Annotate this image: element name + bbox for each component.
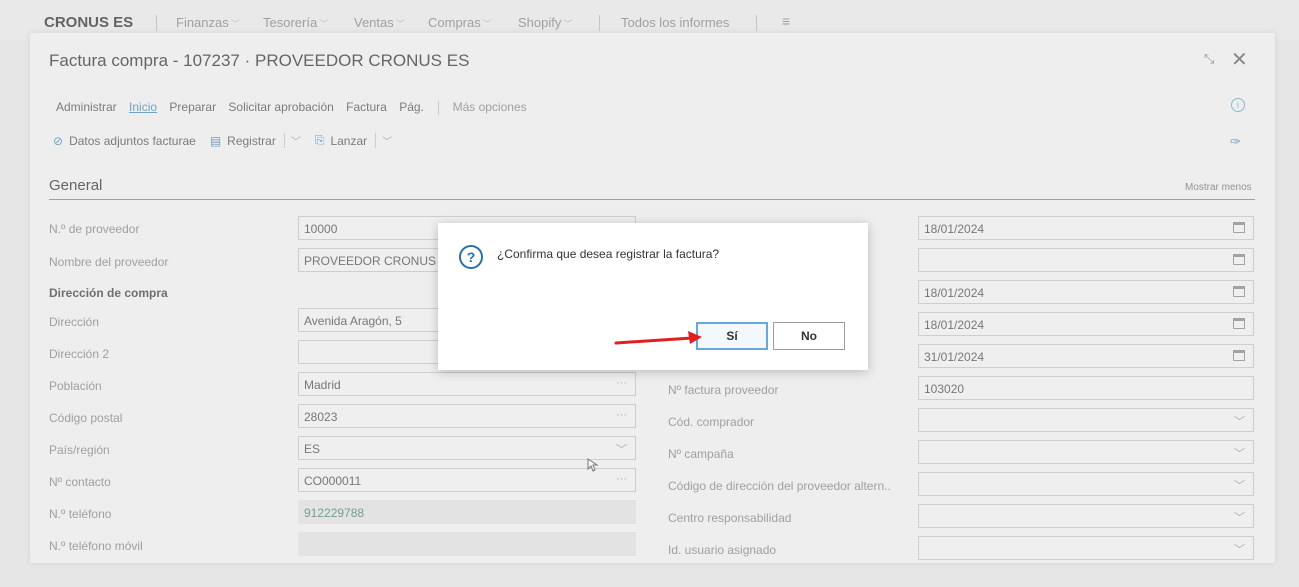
no-button[interactable]: No bbox=[773, 322, 845, 350]
yes-button[interactable]: Sí bbox=[696, 322, 768, 350]
red-arrow-icon bbox=[614, 331, 702, 345]
dialog-message: ¿Confirma que desea registrar la factura… bbox=[497, 247, 720, 261]
question-icon: ? bbox=[459, 245, 483, 269]
